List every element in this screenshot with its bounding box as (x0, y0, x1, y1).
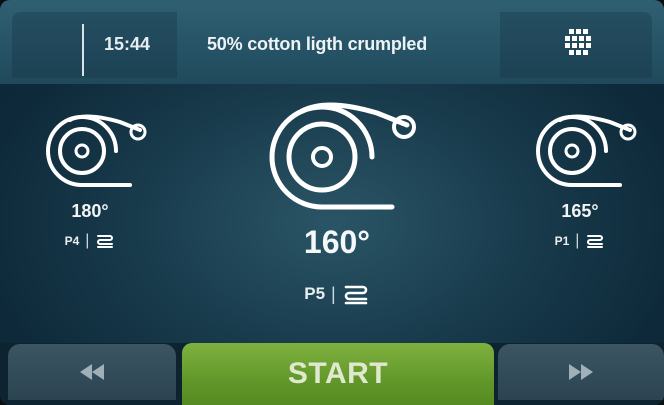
separator: | (85, 232, 90, 249)
program-name[interactable]: 50% cotton ligth crumpled (207, 34, 427, 55)
profile-center-temperature: 160° (303, 224, 371, 260)
machine-screen: 15:44 50% cotton ligth crumpled 180° P4 … (0, 0, 664, 405)
clock-divider (82, 24, 84, 76)
clock-time: 15:44 (104, 34, 151, 54)
rewind-icon (80, 364, 104, 380)
start-label: START (287, 357, 389, 390)
folding-mode-icon (97, 235, 114, 248)
profile-right-temperature: 165° (561, 201, 599, 221)
clock-panel (12, 12, 177, 78)
grid-menu-icon[interactable] (563, 27, 593, 57)
ironer-roll-icon (269, 102, 416, 210)
profile-center-program: P5 (304, 284, 326, 303)
profile-right-program: P1 (554, 234, 570, 248)
start-button[interactable]: START (182, 343, 494, 405)
ironer-roll-icon (536, 114, 637, 187)
separator: | (331, 283, 336, 304)
ironer-roll-icon (46, 114, 147, 187)
profile-left[interactable]: 180° P4 | (30, 110, 150, 250)
profile-center[interactable]: 160° P5 | (247, 95, 427, 305)
profile-left-program: P4 (64, 234, 80, 248)
previous-button[interactable] (8, 344, 176, 400)
folding-mode-icon (587, 235, 604, 248)
next-button[interactable] (498, 344, 664, 400)
folding-mode-icon (344, 285, 368, 305)
profile-right[interactable]: 165° P1 | (520, 110, 640, 250)
fast-forward-icon (569, 364, 593, 380)
separator: | (575, 232, 580, 249)
profile-left-temperature: 180° (71, 201, 109, 221)
